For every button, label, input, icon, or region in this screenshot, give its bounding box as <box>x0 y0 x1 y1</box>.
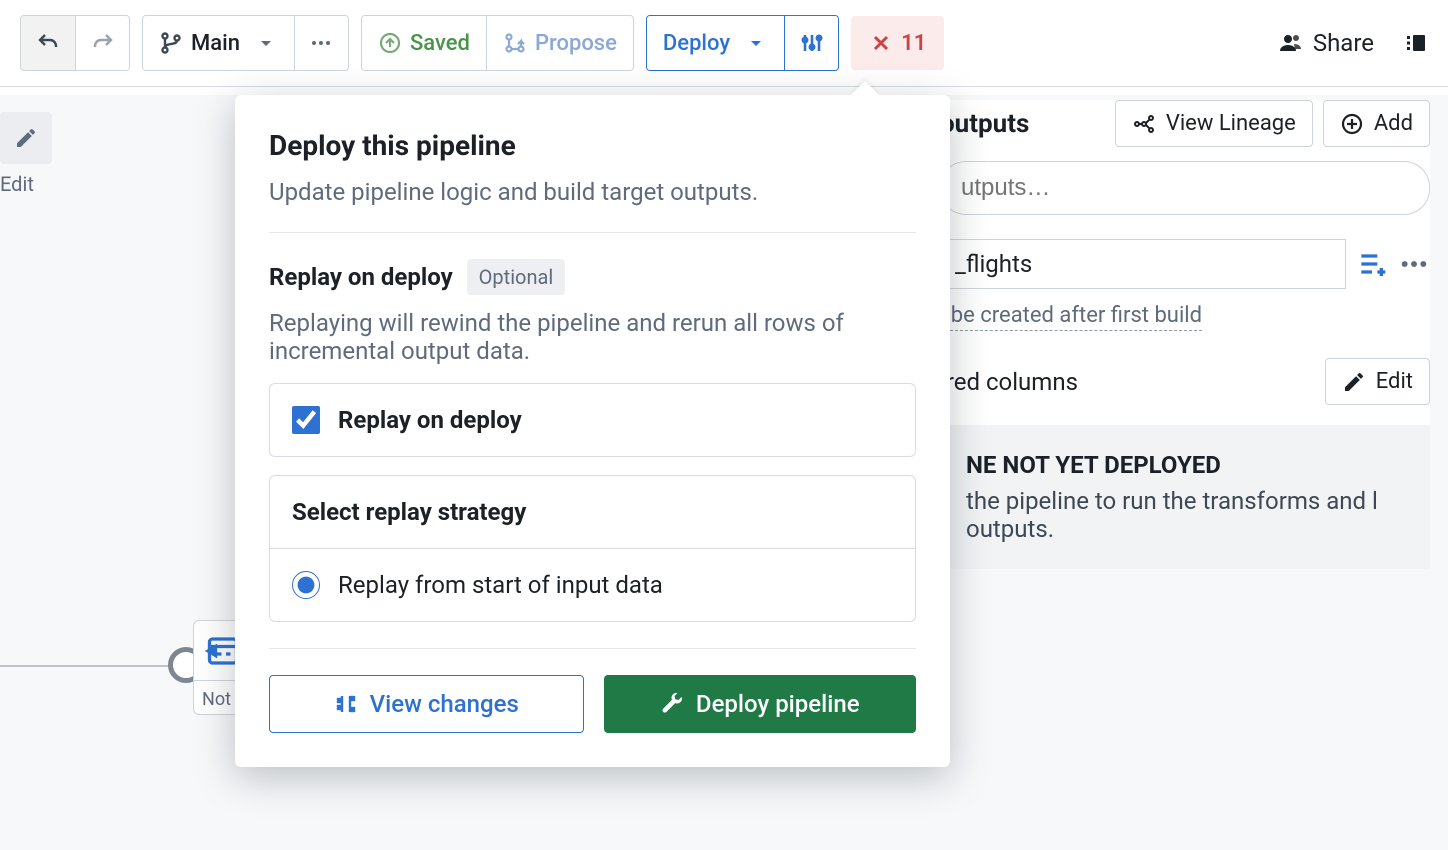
required-columns-label: ired columns <box>940 368 1078 396</box>
edge-line <box>0 665 185 667</box>
panel-right-icon <box>1404 31 1428 55</box>
toolbar-right: Share <box>1279 29 1428 57</box>
undo-icon <box>36 31 60 55</box>
add-to-list-icon[interactable] <box>1356 248 1388 280</box>
undo-redo-group <box>20 15 130 71</box>
close-icon <box>869 31 893 55</box>
chevron-down-icon <box>254 31 278 55</box>
edit-columns-button[interactable]: Edit <box>1325 358 1430 405</box>
save-propose-group: Saved Propose <box>361 15 634 71</box>
branch-group: Main <box>142 15 349 71</box>
toolbar-divider <box>0 86 1448 87</box>
more-icon <box>309 31 333 55</box>
outputs-panel: outputs View Lineage Add _flights <box>940 100 1430 569</box>
strategy-option-row[interactable]: Replay from start of input data <box>270 549 915 621</box>
view-lineage-label: View Lineage <box>1166 111 1296 136</box>
edit-label: Edit <box>0 172 52 196</box>
error-count: 11 <box>901 31 926 56</box>
notice-title: NE NOT YET DEPLOYED <box>966 451 1404 479</box>
replay-heading: Replay on deploy <box>269 263 453 291</box>
output-more-icon[interactable] <box>1398 248 1430 280</box>
undo-button[interactable] <box>21 16 75 70</box>
replay-section-header: Replay on deploy Optional <box>269 259 916 295</box>
share-label: Share <box>1313 29 1374 57</box>
deploy-popover: Deploy this pipeline Update pipeline log… <box>235 95 950 767</box>
redo-button[interactable] <box>75 16 129 70</box>
propose-label: Propose <box>535 31 617 56</box>
view-changes-button[interactable]: View changes <box>269 675 584 733</box>
edit-columns-label: Edit <box>1376 369 1413 394</box>
deploy-group: Deploy <box>646 15 839 71</box>
redo-icon <box>91 31 115 55</box>
saved-up-icon <box>378 31 402 55</box>
share-button[interactable]: Share <box>1279 29 1374 57</box>
pencil-icon <box>1342 370 1366 394</box>
sidebar-toggle-button[interactable] <box>1404 31 1428 55</box>
strategy-option-label: Replay from start of input data <box>338 571 663 599</box>
branch-more-button[interactable] <box>294 16 348 70</box>
popover-title: Deploy this pipeline <box>269 129 916 162</box>
replay-strategy-panel: Select replay strategy Replay from start… <box>269 475 916 622</box>
wrench-icon <box>660 692 684 716</box>
strategy-radio-start[interactable] <box>292 571 320 599</box>
deploy-button[interactable]: Deploy <box>647 16 784 70</box>
branch-propose-icon <box>503 31 527 55</box>
strategy-heading: Select replay strategy <box>270 476 915 549</box>
saved-indicator[interactable]: Saved <box>362 16 486 70</box>
output-name-field[interactable]: _flights <box>940 239 1346 289</box>
view-changes-label: View changes <box>370 690 519 718</box>
people-icon <box>1279 31 1303 55</box>
branch-name: Main <box>191 31 240 56</box>
edit-mode-button[interactable] <box>0 112 52 164</box>
sliders-icon <box>800 31 824 55</box>
popover-actions: View changes Deploy pipeline <box>269 675 916 733</box>
deploy-settings-button[interactable] <box>784 16 838 70</box>
replay-description: Replaying will rewind the pipeline and r… <box>269 309 916 365</box>
notice-body: the pipeline to run the transforms and l… <box>966 487 1404 543</box>
search-outputs-input[interactable] <box>940 161 1430 215</box>
not-deployed-notice: NE NOT YET DEPLOYED the pipeline to run … <box>940 425 1430 569</box>
add-label: Add <box>1374 111 1413 136</box>
saved-label: Saved <box>410 31 470 56</box>
deploy-label: Deploy <box>663 31 730 56</box>
deploy-pipeline-button[interactable]: Deploy pipeline <box>604 675 917 733</box>
deploy-pipeline-label: Deploy pipeline <box>696 690 860 718</box>
popover-subtitle: Update pipeline logic and build target o… <box>269 178 916 206</box>
propose-button[interactable]: Propose <box>486 16 633 70</box>
replay-checkbox-panel: Replay on deploy <box>269 383 916 457</box>
view-lineage-button[interactable]: View Lineage <box>1115 100 1313 147</box>
optional-tag: Optional <box>467 259 566 295</box>
replay-checkbox-label: Replay on deploy <box>338 406 522 434</box>
replay-checkbox-row[interactable]: Replay on deploy <box>270 384 915 456</box>
chevron-down-icon <box>744 31 768 55</box>
errors-group: 11 <box>851 16 944 70</box>
diff-icon <box>334 692 358 716</box>
pencil-icon <box>14 126 38 150</box>
edit-floater: Edit <box>0 112 52 196</box>
plus-circle-icon <box>1340 112 1364 136</box>
branch-selector[interactable]: Main <box>143 16 294 70</box>
add-output-button[interactable]: Add <box>1323 100 1430 147</box>
replay-checkbox[interactable] <box>292 406 320 434</box>
outputs-heading: outputs <box>940 109 1029 139</box>
lineage-icon <box>1132 112 1156 136</box>
top-toolbar: Main Saved Propose Deploy <box>0 0 1448 86</box>
errors-button[interactable]: 11 <box>851 16 944 70</box>
created-after-build-hint[interactable]: l be created after first build <box>940 303 1202 331</box>
git-branch-icon <box>159 31 183 55</box>
